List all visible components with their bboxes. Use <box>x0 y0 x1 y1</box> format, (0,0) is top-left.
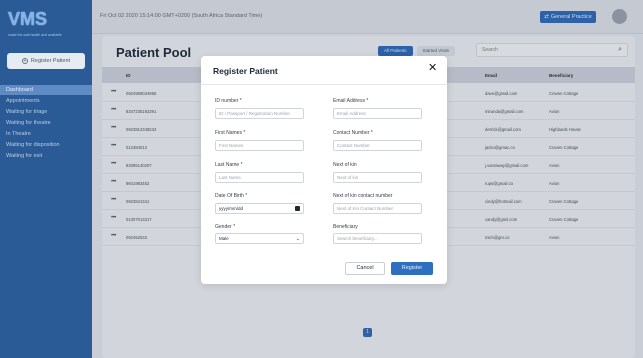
row-beneficiary: Craven Cottage <box>549 145 579 150</box>
row-beneficiary: Craven Cottage <box>549 217 579 222</box>
register-submit-button[interactable]: Register <box>391 262 433 275</box>
row-email: mich@gm.co <box>485 235 510 240</box>
row-beneficiary: Craven Cottage <box>549 91 579 96</box>
register-patient-modal: Register Patient ✕ ID number * ID / Pass… <box>201 56 447 284</box>
email-field[interactable]: Email Address <box>333 108 422 119</box>
avatar[interactable] <box>612 9 627 24</box>
chevron-down-icon: ⌄ <box>295 236 300 242</box>
row-email: dave@gmail.com <box>485 91 518 96</box>
row-email: j.vanraway@gmail.com <box>485 163 529 168</box>
sidebar-item-waiting-theatre[interactable]: Waiting for theatre <box>0 118 92 128</box>
beneficiary-search-field[interactable]: Search beneficiary... <box>333 233 422 244</box>
row-id: 012384013 <box>126 145 147 150</box>
sidebar-item-waiting-disposition[interactable]: Waiting for disposition <box>0 140 92 150</box>
row-id: 01307013317 <box>126 217 152 222</box>
row-beneficiary: Avion <box>549 235 560 240</box>
row-beneficiary: Avion <box>549 109 560 114</box>
app-logo: VMS <box>8 9 48 29</box>
column-header-id[interactable]: ID <box>126 73 131 78</box>
sidebar-nav: Dashboard Appointments Waiting for triag… <box>0 85 92 162</box>
next-of-kin-field[interactable]: Next of kin <box>333 172 422 183</box>
contact-number-label: Contact Number * <box>333 130 373 136</box>
calendar-icon[interactable] <box>295 206 300 211</box>
view-tabs: All Patients Started Visits <box>378 46 455 56</box>
sidebar-item-waiting-triage[interactable]: Waiting for triage <box>0 107 92 117</box>
practice-label: General Practice <box>550 14 592 20</box>
row-id: 0923841341 <box>126 199 150 204</box>
row-beneficiary: Craven Cottage <box>549 199 579 204</box>
row-actions-icon[interactable]: ••• <box>111 143 116 149</box>
row-actions-icon[interactable]: ••• <box>111 107 116 113</box>
page-title: Patient Pool <box>116 45 192 60</box>
contact-number-field[interactable]: Contact Number <box>333 140 422 151</box>
row-actions-icon[interactable]: ••• <box>111 161 116 167</box>
current-datetime: Fri Oct 02 2020 15:14:00 GMT+0200 (South… <box>100 13 263 19</box>
sidebar-item-appointments[interactable]: Appointments <box>0 96 92 106</box>
row-actions-icon[interactable]: ••• <box>111 215 116 221</box>
row-id: 82095140207 <box>126 163 152 168</box>
kin-contact-label: Next of kin contact number <box>333 193 393 199</box>
row-actions-icon[interactable]: ••• <box>111 125 116 131</box>
pagination-page-button[interactable]: 1 <box>363 328 372 337</box>
cancel-button[interactable]: Cancel <box>345 262 385 275</box>
swap-icon: ⇄ <box>544 14 549 20</box>
email-label: Email Address * <box>333 98 369 104</box>
row-actions-icon[interactable]: ••• <box>111 179 116 185</box>
search-input[interactable] <box>482 47 602 53</box>
add-circle-icon: + <box>21 58 28 64</box>
register-patient-label: Register Patient <box>30 58 71 64</box>
gender-select[interactable]: Male ⌄ <box>215 233 304 244</box>
next-of-kin-label: Next of kin <box>333 162 357 168</box>
id-number-label: ID number * <box>215 98 242 104</box>
last-name-field[interactable]: Last Name <box>215 172 304 183</box>
modal-title: Register Patient <box>213 66 278 76</box>
row-beneficiary: Avion <box>549 181 560 186</box>
close-icon[interactable]: ✕ <box>428 63 437 74</box>
column-header-beneficiary[interactable]: Beneficiary <box>549 73 573 78</box>
row-id: 0924959034956 <box>126 91 157 96</box>
row-id: 0923812349234 <box>126 127 157 132</box>
sidebar-item-waiting-exit[interactable]: Waiting for exit <box>0 151 92 161</box>
row-beneficiary: Avion <box>549 163 560 168</box>
first-names-label: First Names * <box>215 130 246 136</box>
row-beneficiary: Highlands House <box>549 127 581 132</box>
row-email: cindy@hotmail.com <box>485 199 522 204</box>
row-id: 9841983452 <box>126 181 150 186</box>
column-header-email[interactable]: Email <box>485 73 497 78</box>
id-number-field[interactable]: ID / Passport / Registration Number <box>215 108 304 119</box>
logo-subtitle: make the wait health and available <box>8 33 62 37</box>
gender-label: Gender * <box>215 224 236 230</box>
row-id: 8347235192391 <box>126 109 157 114</box>
beneficiary-label: Beneficiary <box>333 224 358 230</box>
row-email: jacko@gmac.co <box>485 145 515 150</box>
row-email: candy@gmil.com <box>485 217 518 222</box>
row-actions-icon[interactable]: ••• <box>111 197 116 203</box>
practice-selector-button[interactable]: ⇄ General Practice <box>540 11 596 23</box>
sidebar: VMS make the wait health and available +… <box>0 0 92 358</box>
topbar: Fri Oct 02 2020 15:14:00 GMT+0200 (South… <box>92 0 643 34</box>
search-icon[interactable]: ⌕ <box>618 46 622 54</box>
first-names-field[interactable]: First Names <box>215 140 304 151</box>
row-id: 092452533 <box>126 235 147 240</box>
modal-divider <box>201 84 447 85</box>
dob-label: Date Of Birth * <box>215 193 248 199</box>
sidebar-item-dashboard[interactable]: Dashboard <box>0 85 92 95</box>
search-box: ⌕ <box>476 43 628 57</box>
row-email: rups@gmail.co <box>485 181 513 186</box>
row-actions-icon[interactable]: ••• <box>111 89 116 95</box>
kin-contact-field[interactable]: Next of Kin Contact Number <box>333 203 422 214</box>
row-email: derrick@gmail.com <box>485 127 521 132</box>
tab-started-visits[interactable]: Started Visits <box>416 46 455 56</box>
row-email: miranda@gmail.com <box>485 109 524 114</box>
last-name-label: Last Name * <box>215 162 243 168</box>
gender-value: Male <box>219 236 229 241</box>
sidebar-item-in-theatre[interactable]: In Theatre <box>0 129 92 139</box>
tab-all-patients[interactable]: All Patients <box>378 46 413 56</box>
row-actions-icon[interactable]: ••• <box>111 233 116 239</box>
dob-value: yyyy/mm/dd <box>219 206 244 211</box>
dob-field[interactable]: yyyy/mm/dd <box>215 203 304 214</box>
register-patient-button[interactable]: + Register Patient <box>7 53 85 69</box>
